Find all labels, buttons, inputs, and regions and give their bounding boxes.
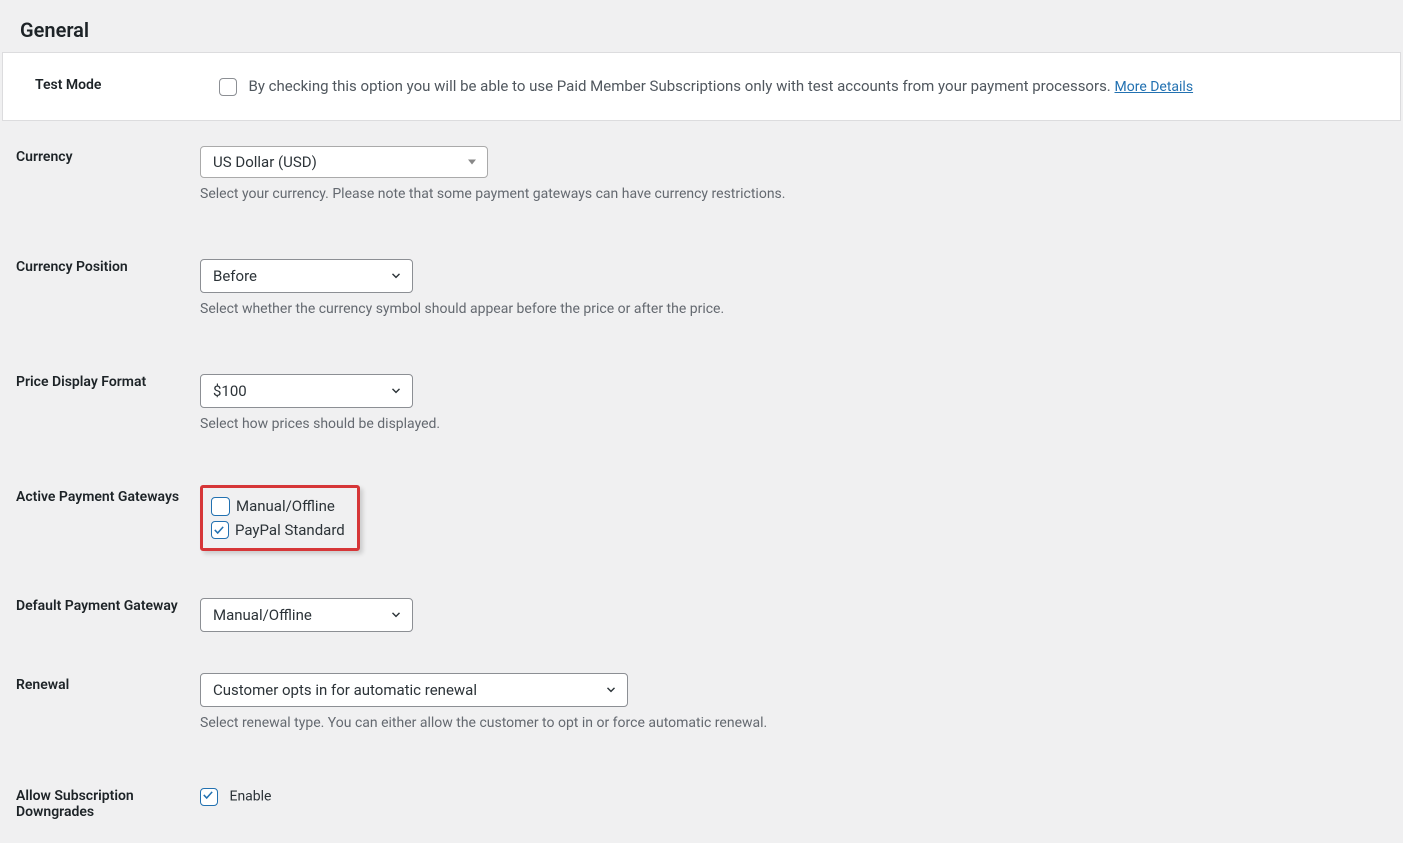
currency-position-description: Select whether the currency symbol shoul… — [200, 301, 1393, 317]
test-mode-card: Test Mode By checking this option you wi… — [2, 52, 1401, 121]
test-mode-label: Test Mode — [19, 77, 209, 96]
section-title: General — [0, 0, 1403, 52]
currency-position-value: Before — [213, 267, 257, 285]
renewal-value: Customer opts in for automatic renewal — [213, 681, 477, 699]
currency-description: Select your currency. Please note that s… — [200, 186, 1393, 202]
test-mode-checkbox[interactable] — [219, 78, 237, 96]
currency-label: Currency — [0, 131, 190, 217]
active-payment-gateways-highlight: Manual/Offline PayPal Standard — [200, 485, 360, 551]
gateway-manual-checkbox[interactable] — [211, 497, 230, 516]
renewal-label: Renewal — [0, 647, 190, 746]
currency-value: US Dollar (USD) — [213, 153, 317, 171]
price-display-format-description: Select how prices should be displayed. — [200, 416, 1393, 432]
allow-downgrades-enable-label: Enable — [229, 789, 271, 805]
default-payment-gateway-label: Default Payment Gateway — [0, 566, 190, 647]
allow-subscription-downgrades-label: Allow Subscription Downgrades — [0, 746, 190, 838]
currency-position-select[interactable]: Before — [200, 259, 413, 293]
renewal-description: Select renewal type. You can either allo… — [200, 715, 1393, 731]
price-display-format-select[interactable]: $100 — [200, 374, 413, 408]
test-mode-more-details-link[interactable]: More Details — [1115, 79, 1194, 95]
price-display-format-label: Price Display Format — [0, 332, 190, 447]
currency-select[interactable]: US Dollar (USD) — [200, 146, 488, 178]
renewal-select[interactable]: Customer opts in for automatic renewal — [200, 673, 628, 707]
test-mode-description: By checking this option you will be able… — [248, 77, 1114, 95]
gateway-paypal-label: PayPal Standard — [235, 519, 345, 541]
gateway-manual-label: Manual/Offline — [236, 495, 335, 517]
gateway-option-manual: Manual/Offline — [211, 494, 345, 518]
price-display-format-value: $100 — [213, 382, 247, 400]
chevron-down-icon — [468, 160, 476, 165]
currency-position-label: Currency Position — [0, 217, 190, 332]
gateway-option-paypal: PayPal Standard — [211, 518, 345, 542]
gateway-paypal-checkbox[interactable] — [211, 521, 229, 539]
active-payment-gateways-label: Active Payment Gateways — [0, 447, 190, 566]
default-payment-gateway-select[interactable]: Manual/Offline — [200, 598, 413, 632]
default-payment-gateway-value: Manual/Offline — [213, 606, 312, 624]
allow-downgrades-checkbox[interactable] — [200, 788, 218, 806]
